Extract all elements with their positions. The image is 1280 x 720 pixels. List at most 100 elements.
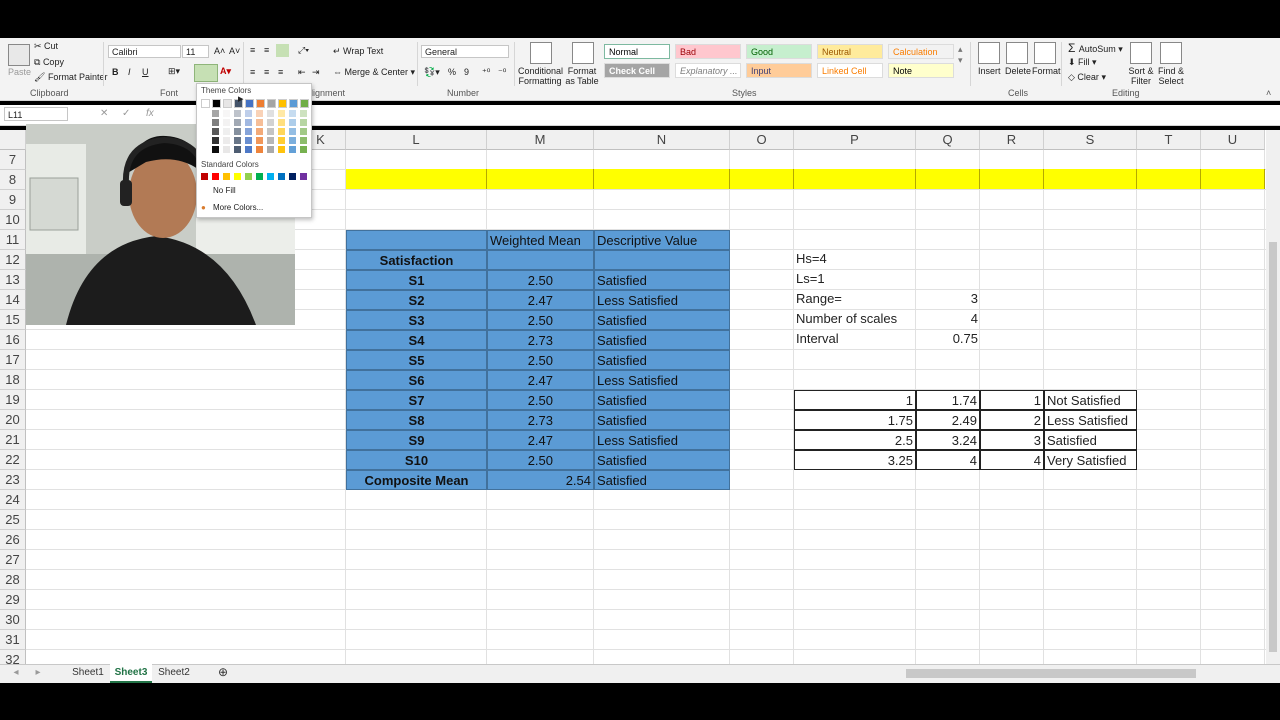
decrease-decimal-icon[interactable]: ⁻⁰ xyxy=(498,67,506,78)
table-row-mean[interactable]: 2.50 xyxy=(487,390,594,410)
theme-shade-swatch[interactable] xyxy=(289,128,296,135)
row-header-15[interactable]: 15 xyxy=(0,310,26,330)
theme-shade-swatch[interactable] xyxy=(212,137,219,144)
table-row-desc[interactable]: Satisfied xyxy=(594,270,730,290)
column-header-p[interactable]: P xyxy=(794,130,916,150)
yellow-cell[interactable] xyxy=(487,169,594,189)
cancel-icon[interactable]: ✕ xyxy=(100,108,108,119)
vertical-scrollbar[interactable] xyxy=(1266,130,1280,664)
theme-shade-swatch[interactable] xyxy=(267,110,274,117)
increase-decimal-icon[interactable]: ⁺⁰ xyxy=(482,67,490,78)
row-header-21[interactable]: 21 xyxy=(0,430,26,450)
shrink-font-icon[interactable]: A˅ xyxy=(229,46,240,56)
select-all-corner[interactable] xyxy=(0,130,26,150)
ls-label[interactable]: Ls=1 xyxy=(796,269,825,289)
row-header-16[interactable]: 16 xyxy=(0,330,26,350)
yellow-cell[interactable] xyxy=(1137,169,1201,189)
theme-shade-swatch[interactable] xyxy=(223,146,230,153)
theme-shade-swatch[interactable] xyxy=(267,119,274,126)
yellow-cell[interactable] xyxy=(730,169,794,189)
table-row-item[interactable]: S4 xyxy=(346,330,487,350)
scales-label[interactable]: Number of scales xyxy=(796,309,897,329)
table-row-item[interactable]: S5 xyxy=(346,350,487,370)
theme-swatch[interactable] xyxy=(256,99,265,108)
table-row-mean[interactable]: 2.50 xyxy=(487,450,594,470)
table-row-desc[interactable]: Satisfied xyxy=(594,330,730,350)
standard-swatch[interactable] xyxy=(212,173,219,180)
theme-swatch[interactable] xyxy=(278,99,287,108)
theme-shade-swatch[interactable] xyxy=(245,128,252,135)
theme-swatch[interactable] xyxy=(245,99,254,108)
range-value[interactable]: 3 xyxy=(916,289,978,309)
row-header-31[interactable]: 31 xyxy=(0,630,26,650)
scales-value[interactable]: 4 xyxy=(916,309,978,329)
bold-button[interactable]: B xyxy=(112,67,119,77)
column-header-n[interactable]: N xyxy=(594,130,730,150)
column-header-q[interactable]: Q xyxy=(916,130,980,150)
yellow-cell[interactable] xyxy=(980,169,1044,189)
scale-high[interactable]: 1.74 xyxy=(916,390,980,410)
row-header-17[interactable]: 17 xyxy=(0,350,26,370)
insert-icon[interactable] xyxy=(978,42,1000,64)
theme-shade-swatch[interactable] xyxy=(212,128,219,135)
style-cell-good[interactable]: Good xyxy=(746,44,812,59)
row-header-20[interactable]: 20 xyxy=(0,410,26,430)
column-header-s[interactable]: S xyxy=(1044,130,1137,150)
standard-swatch[interactable] xyxy=(278,173,285,180)
percent-button[interactable]: % xyxy=(448,67,456,77)
theme-shade-swatch[interactable] xyxy=(256,119,263,126)
style-cell-explanatory[interactable]: Explanatory ... xyxy=(675,63,741,78)
decrease-indent-icon[interactable]: ⇤ xyxy=(298,67,306,78)
theme-swatch[interactable] xyxy=(212,99,221,108)
table-row-item[interactable]: S7 xyxy=(346,390,487,410)
standard-swatch[interactable] xyxy=(300,173,307,180)
standard-swatch[interactable] xyxy=(223,173,230,180)
styles-scroll-icon[interactable]: ▴ ▾ xyxy=(958,44,963,66)
scale-number[interactable]: 3 xyxy=(980,430,1044,450)
table-row-item[interactable]: S6 xyxy=(346,370,487,390)
row-header-14[interactable]: 14 xyxy=(0,290,26,310)
italic-button[interactable]: I xyxy=(128,67,131,77)
sheet-tab-sheet1[interactable]: Sheet1 xyxy=(68,664,108,681)
row-header-23[interactable]: 23 xyxy=(0,470,26,490)
wrap-text-button[interactable]: ↵ Wrap Text xyxy=(333,46,383,57)
row-header-26[interactable]: 26 xyxy=(0,530,26,550)
yellow-cell[interactable] xyxy=(794,169,916,189)
header-satisfaction[interactable]: Satisfaction xyxy=(346,250,487,270)
row-header-27[interactable]: 27 xyxy=(0,550,26,570)
row-header-19[interactable]: 19 xyxy=(0,390,26,410)
merge-center-button[interactable]: ⇔ Merge & Center ▾ xyxy=(333,67,415,78)
theme-swatch[interactable] xyxy=(267,99,276,108)
standard-swatch[interactable] xyxy=(201,173,208,180)
font-name-select[interactable]: Calibri xyxy=(108,45,181,58)
orientation-icon[interactable]: ⤢▾ xyxy=(298,45,309,56)
paste-button[interactable]: Paste xyxy=(8,67,31,77)
theme-shade-swatch[interactable] xyxy=(300,110,307,117)
row-header-8[interactable]: 8 xyxy=(0,170,26,190)
fill-button[interactable]: ⬇ Fill ▾ xyxy=(1068,57,1097,68)
theme-shade-swatch[interactable] xyxy=(245,110,252,117)
standard-swatch[interactable] xyxy=(289,173,296,180)
theme-shade-swatch[interactable] xyxy=(300,137,307,144)
theme-shade-swatch[interactable] xyxy=(201,137,208,144)
row-header-10[interactable]: 10 xyxy=(0,210,26,230)
standard-swatch[interactable] xyxy=(267,173,274,180)
table-row-desc[interactable]: Satisfied xyxy=(594,350,730,370)
theme-shade-swatch[interactable] xyxy=(234,110,241,117)
range-label[interactable]: Range= xyxy=(796,289,842,309)
composite-mean-desc[interactable]: Satisfied xyxy=(594,470,730,490)
theme-swatch[interactable] xyxy=(223,99,232,108)
theme-swatch[interactable] xyxy=(300,99,309,108)
theme-shade-swatch[interactable] xyxy=(289,110,296,117)
horizontal-scrollbar[interactable] xyxy=(778,668,1266,679)
tab-next-icon[interactable]: ▸ xyxy=(32,664,44,681)
tab-prev-icon[interactable]: ◂ xyxy=(10,664,22,681)
theme-shade-swatch[interactable] xyxy=(267,128,274,135)
hscroll-thumb[interactable] xyxy=(906,669,1196,678)
font-size-select[interactable]: 11 xyxy=(182,45,209,58)
theme-shade-swatch[interactable] xyxy=(201,128,208,135)
theme-shade-swatch[interactable] xyxy=(267,146,274,153)
theme-shade-swatch[interactable] xyxy=(201,119,208,126)
format-icon[interactable] xyxy=(1034,42,1056,64)
table-row-desc[interactable]: Satisfied xyxy=(594,390,730,410)
